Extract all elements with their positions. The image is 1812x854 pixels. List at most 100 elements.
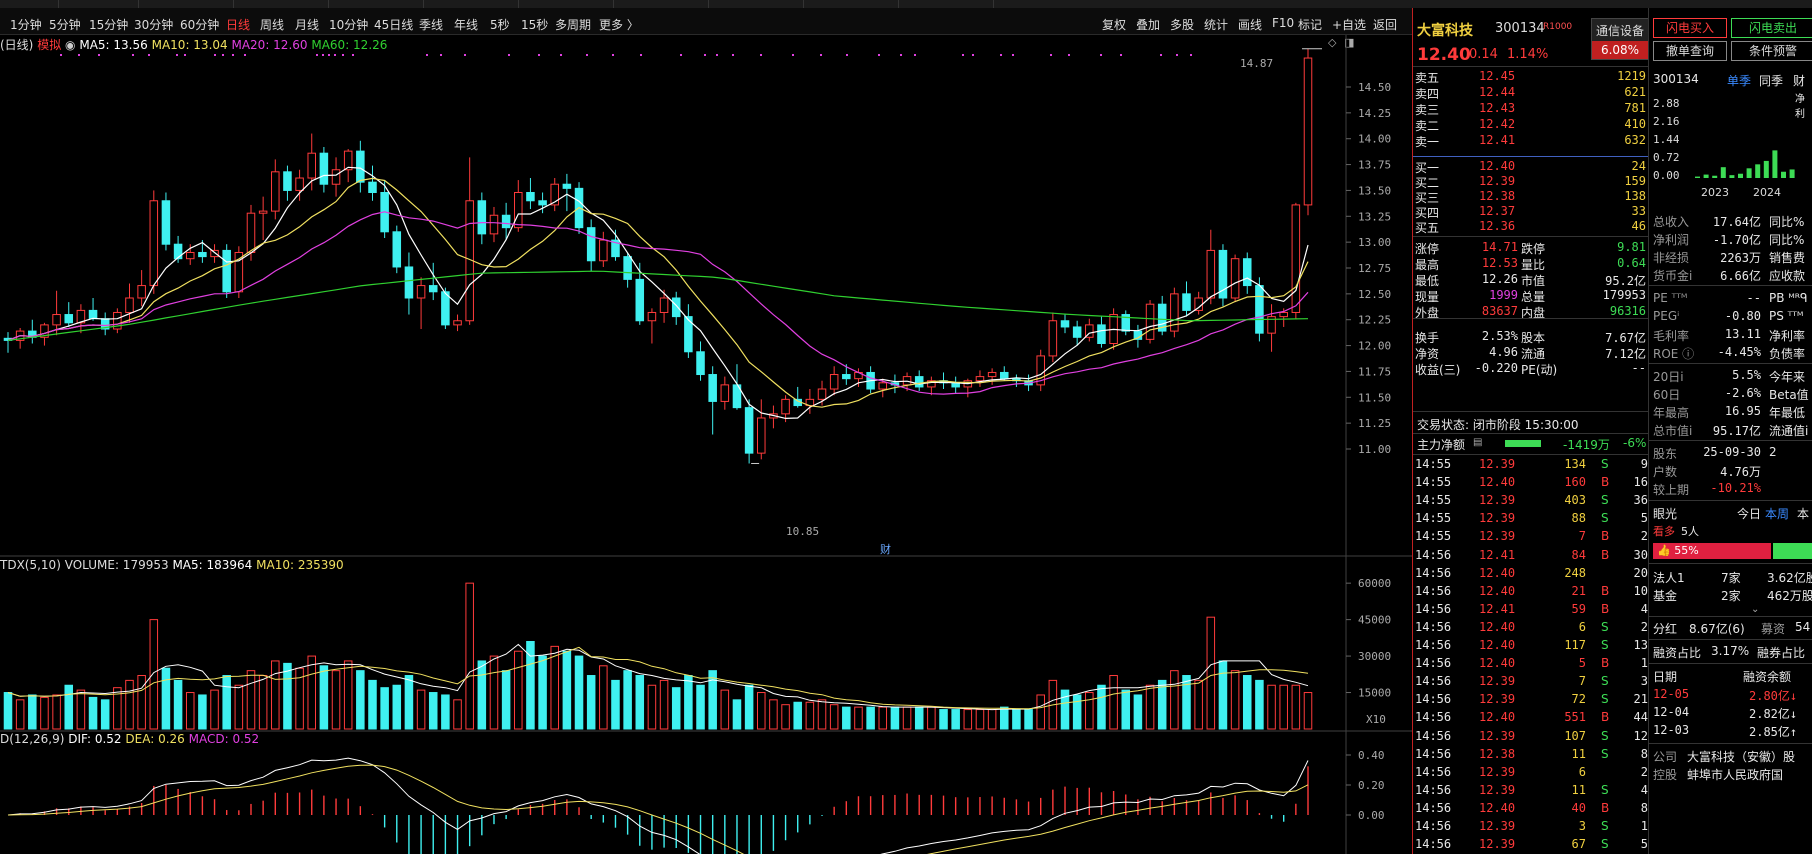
period-15sec[interactable]: 15秒 [521, 16, 548, 33]
tick-row[interactable]: 14:56 12.39 6 2 [1413, 765, 1648, 781]
bid-row[interactable]: 买五 12.36 46 [1413, 219, 1648, 235]
tick-row[interactable]: 14:56 12.40 248 20 [1413, 566, 1648, 582]
top-tab[interactable] [423, 0, 519, 8]
volume-bar [137, 675, 146, 730]
top-tab[interactable] [898, 0, 994, 8]
sector-box[interactable]: 通信设备 6.08% [1591, 18, 1649, 60]
period-multi[interactable]: 多周期 [555, 16, 591, 33]
stat-row[interactable]: 涨停 14.71 跌停 9.81 [1413, 240, 1648, 256]
tick-direction: B [1601, 529, 1610, 544]
period-monthly[interactable]: 月线 [295, 16, 319, 33]
tick-row[interactable]: 14:55 12.39 134 S 9 [1413, 457, 1648, 473]
period-1min[interactable]: 1分钟 [10, 16, 42, 33]
ask-row[interactable]: 卖二 12.42 410 [1413, 117, 1648, 133]
condition-order-button[interactable]: 条件预警 [1731, 41, 1812, 61]
flash-sell-button[interactable]: 闪电卖出 [1731, 18, 1812, 38]
period-45day[interactable]: 45日线 [374, 16, 413, 33]
tab-same-quarter[interactable]: 同季 [1759, 72, 1783, 89]
add-favorite-button[interactable]: +自选 [1332, 16, 1366, 33]
tick-row[interactable]: 14:56 12.38 11 S 8 [1413, 747, 1648, 763]
period-more[interactable]: 更多 〉 [599, 16, 639, 33]
inst-label: 基金 [1653, 589, 1678, 603]
back-button[interactable]: 返回 [1373, 16, 1397, 33]
stat-row[interactable]: 收益(三) -0.220 PE(动) -- [1413, 361, 1648, 377]
tick-row[interactable]: 14:56 12.40 117 S 13 [1413, 638, 1648, 654]
top-tab[interactable] [518, 0, 614, 8]
draw-line-button[interactable]: 画线 [1238, 16, 1262, 33]
tick-row[interactable]: 14:56 12.40 40 B 8 [1413, 801, 1648, 817]
volume-bar [987, 709, 997, 730]
eye-tab-week[interactable]: 本周 [1765, 505, 1789, 522]
top-tab[interactable] [138, 0, 234, 8]
ma5-line [7, 166, 1309, 420]
top-tab[interactable] [233, 0, 329, 8]
ask-row[interactable]: 卖三 12.43 781 [1413, 101, 1648, 117]
stat-row[interactable]: 净资 4.96 流通 7.12亿 [1413, 345, 1648, 361]
table-icon[interactable]: ▤ [1473, 437, 1482, 448]
tab-single-quarter[interactable]: 单季 [1727, 72, 1751, 89]
stat-row[interactable]: 最高 12.53 量比 0.64 [1413, 256, 1648, 272]
tick-row[interactable]: 14:55 12.39 88 S 5 [1413, 511, 1648, 527]
cancel-query-button[interactable]: 撤单查询 [1653, 41, 1727, 61]
tick-row[interactable]: 14:56 12.39 11 S 4 [1413, 783, 1648, 799]
period-quarterly[interactable]: 季线 [419, 16, 443, 33]
top-tab[interactable] [328, 0, 424, 8]
chevron-down-icon[interactable]: ⌄ [1751, 604, 1759, 615]
tick-row[interactable]: 14:56 12.40 551 B 44 [1413, 710, 1648, 726]
tick-row[interactable]: 14:56 12.39 67 S 5 [1413, 837, 1648, 853]
candlesticks[interactable] [3, 48, 1313, 464]
top-tab[interactable] [708, 0, 804, 8]
top-tab[interactable] [803, 0, 899, 8]
top-tab[interactable] [58, 0, 139, 8]
bid-row[interactable]: 买三 12.38 138 [1413, 189, 1648, 205]
ask-row[interactable]: 卖四 12.44 621 [1413, 85, 1648, 101]
overlay-button[interactable]: 叠加 [1136, 16, 1160, 33]
stat-row[interactable]: 现量 1999 总量 179953 [1413, 288, 1648, 304]
period-60min[interactable]: 60分钟 [180, 16, 219, 33]
eye-tab-month[interactable]: 本 [1797, 505, 1809, 522]
tick-row[interactable]: 14:55 12.40 160 B 16 [1413, 475, 1648, 491]
tick-row[interactable]: 14:56 12.40 6 S 2 [1413, 620, 1648, 636]
ask-row[interactable]: 卖五 12.45 1219 [1413, 69, 1648, 85]
period-yearly[interactable]: 年线 [454, 16, 478, 33]
stats-button[interactable]: 统计 [1204, 16, 1228, 33]
period-5sec[interactable]: 5秒 [490, 16, 510, 33]
dividend-label: 分红 [1653, 622, 1678, 636]
financial-report-marker[interactable]: 财 [880, 542, 891, 556]
eye-tab-today[interactable]: 今日 [1737, 505, 1761, 522]
period-weekly[interactable]: 周线 [260, 16, 284, 33]
tick-row[interactable]: 14:56 12.40 21 B 10 [1413, 584, 1648, 600]
bid-row[interactable]: 买二 12.39 159 [1413, 174, 1648, 190]
top-tab[interactable] [0, 0, 59, 8]
tick-row[interactable]: 14:56 12.39 107 S 12 [1413, 729, 1648, 745]
mark-button[interactable]: 标记 [1298, 16, 1322, 33]
kline-chart[interactable]: 14.50 14.25 14.00 13.75 13.50 13.25 13.00 12.75… [0, 35, 1412, 854]
tick-row[interactable]: 14:55 12.39 403 S 36 [1413, 493, 1648, 509]
f10-button[interactable]: F10 [1272, 16, 1294, 30]
period-5min[interactable]: 5分钟 [49, 16, 81, 33]
period-15min[interactable]: 15分钟 [89, 16, 128, 33]
period-10min[interactable]: 10分钟 [329, 16, 368, 33]
macd-bars [7, 757, 1309, 854]
flash-buy-button[interactable]: 闪电买入 [1653, 18, 1727, 38]
tick-row[interactable]: 14:56 12.40 5 B 1 [1413, 656, 1648, 672]
tick-volume: 6 [1578, 619, 1586, 634]
multi-stock-button[interactable]: 多股 [1170, 16, 1194, 33]
period-30min[interactable]: 30分钟 [134, 16, 173, 33]
stat-row[interactable]: 换手 2.53% 股本 7.67亿 [1413, 329, 1648, 345]
top-tab[interactable] [613, 0, 709, 8]
tick-row[interactable]: 14:56 12.39 7 S 3 [1413, 674, 1648, 690]
period-daily[interactable]: 日线 [226, 16, 250, 33]
stat-row[interactable]: 最低 12.26 市值 95.2亿 [1413, 272, 1648, 288]
tick-row[interactable]: 14:56 12.41 59 B 4 [1413, 602, 1648, 618]
tick-row[interactable]: 14:56 12.41 84 B 30 [1413, 548, 1648, 564]
tick-row[interactable]: 14:56 12.39 3 S 1 [1413, 819, 1648, 835]
bid-row[interactable]: 买四 12.37 33 [1413, 204, 1648, 220]
ask-row[interactable]: 卖一 12.41 632 [1413, 133, 1648, 149]
adjust-button[interactable]: 复权 [1102, 16, 1126, 33]
tick-row[interactable]: 14:56 12.39 72 S 21 [1413, 692, 1648, 708]
bid-row[interactable]: 买一 12.40 24 [1413, 159, 1648, 175]
tick-row[interactable]: 14:55 12.39 7 B 2 [1413, 529, 1648, 545]
tab-financial[interactable]: 财 [1793, 72, 1805, 89]
eye-label[interactable]: 眼光 [1653, 505, 1677, 522]
